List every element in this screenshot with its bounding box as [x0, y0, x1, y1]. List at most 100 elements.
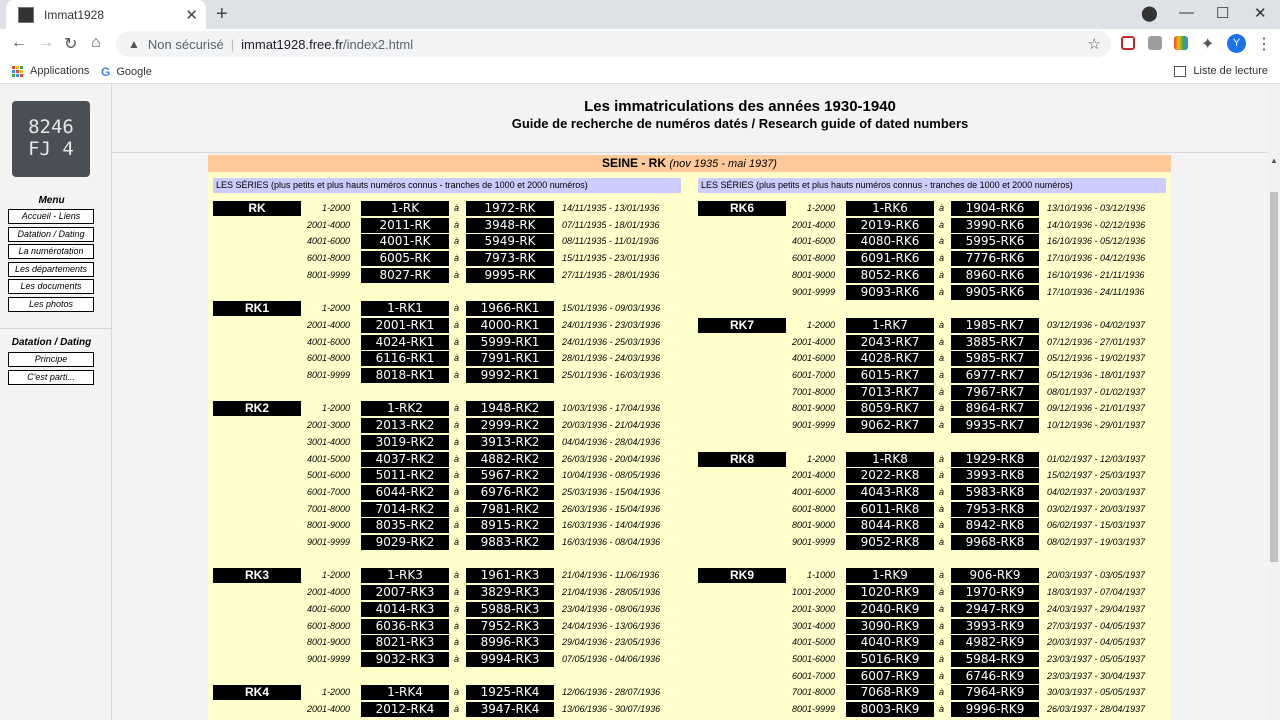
a-separator: à	[454, 503, 460, 514]
close-tab-icon[interactable]: ✕	[185, 6, 198, 24]
number-range: 4001-6000	[306, 236, 350, 247]
menu-departements[interactable]: Les départements	[8, 262, 94, 277]
date-range: 15/02/1937 - 25/03/1937	[1047, 470, 1146, 481]
license-plate-photo: 8246 FJ 4	[12, 101, 90, 177]
tab-immat1928[interactable]: Immat1928 ✕	[6, 0, 206, 29]
close-window-icon[interactable]: ✕	[1254, 4, 1267, 22]
bookmark-applications[interactable]: Applications	[12, 65, 89, 77]
plate-first: 9062-RK7	[846, 418, 934, 434]
plate-first: 9029-RK2	[361, 535, 449, 550]
number-range: 9001-9999	[791, 420, 835, 431]
a-separator: à	[939, 687, 945, 698]
plate-first: 4001-RK	[361, 234, 449, 250]
extension-acrobat-icon[interactable]	[1148, 36, 1162, 50]
plate-last: 5995-RK6	[951, 234, 1039, 250]
number-range: 3001-4000	[791, 620, 835, 631]
maximize-icon[interactable]: ☐	[1216, 4, 1229, 22]
forward-arrow-icon[interactable]: →	[38, 34, 54, 52]
date-range: 28/01/1936 - 24/03/1936	[562, 353, 661, 364]
series-row: 6001-7000 6007-RK9 à 6746-RK9 23/03/1937 - 3…	[693, 668, 1163, 685]
a-separator: à	[454, 653, 460, 664]
new-tab-icon[interactable]: +	[216, 3, 228, 26]
plate-first: 8059-RK7	[846, 401, 934, 417]
date-range: 05/12/1936 - 18/01/1937	[1047, 370, 1146, 380]
a-separator: à	[939, 386, 945, 397]
a-separator: à	[939, 470, 945, 481]
number-range: 8001-9000	[306, 520, 350, 531]
menu-principe[interactable]: Principe	[8, 352, 94, 367]
page-title: Les immatriculations des années 1930-194…	[584, 98, 896, 115]
plate-first: 6005-RK	[361, 251, 449, 267]
number-range: 1-2000	[321, 403, 350, 414]
back-arrow-icon[interactable]: ←	[11, 34, 27, 52]
a-separator: à	[454, 353, 460, 364]
reload-icon[interactable]: ↻	[64, 34, 77, 54]
a-separator: à	[454, 486, 460, 497]
series-label: RK1	[213, 301, 301, 317]
browser-menu-icon[interactable]: ⋮	[1256, 34, 1272, 54]
scroll-up-arrow-icon[interactable]: ▲	[1270, 156, 1278, 165]
extension-color-icon[interactable]	[1174, 36, 1188, 50]
bookmark-google[interactable]: G Google	[101, 65, 152, 79]
extension-shield-icon[interactable]	[1121, 36, 1135, 50]
plate-first: 6036-RK3	[361, 618, 449, 634]
plate-first: 7013-RK7	[846, 384, 934, 400]
address-bar[interactable]: ▲ Non sécurisé | immat1928.free.fr /inde…	[116, 31, 1111, 57]
series-row: 4001-6000 4024-RK1 à 5999-RK1 24/01/1936 - 2…	[208, 334, 678, 351]
panel-title-main: SEINE - RK	[602, 156, 667, 170]
a-separator: à	[454, 269, 460, 280]
web-page: 8246 FJ 4 Menu Accueil - Liens Datation …	[0, 84, 1268, 720]
number-range: 6001-8000	[306, 253, 350, 264]
minimize-icon[interactable]: —	[1179, 4, 1194, 21]
plate-last: 7973-RK	[466, 251, 554, 267]
series-label: RK6	[698, 201, 786, 216]
number-range: 6001-8000	[791, 503, 835, 514]
page-scrollbar[interactable]: ▲	[1268, 84, 1280, 720]
plate-last: 9994-RK3	[466, 651, 554, 667]
series-row: 9001-9999 9062-RK7 à 9935-RK7 10/12/1936 - 2…	[693, 417, 1163, 434]
plate-first: 3090-RK9	[846, 618, 934, 634]
series-row: RK9 1-1000 1-RK9 à 906-RK9 20/03/1937 - 03/05…	[693, 567, 1163, 584]
plate-first: 8052-RK6	[846, 267, 934, 283]
series-row: 2001-3000 2013-RK2 à 2999-RK2 20/03/1936 - 2…	[208, 417, 678, 434]
not-secure-label[interactable]: Non sécurisé	[148, 37, 224, 52]
a-separator: à	[939, 570, 945, 581]
date-range: 18/03/1937 - 07/04/1937	[1047, 587, 1146, 598]
series-row: 6001-8000 6036-RK3 à 7952-RK3 24/04/1936 - 1…	[208, 618, 678, 635]
number-range: 2001-3000	[306, 420, 350, 431]
date-range: 13/06/1936 - 30/07/1936	[562, 704, 661, 714]
plate-last: 906-RK9	[951, 568, 1039, 584]
profile-menu-icon[interactable]: ⬤	[1141, 4, 1158, 22]
number-range: 1-2000	[321, 570, 350, 581]
plate-first: 3019-RK2	[361, 434, 449, 450]
menu-accueil-liens[interactable]: Accueil - Liens	[8, 209, 94, 224]
reading-list-button[interactable]: Liste de lecture	[1174, 65, 1268, 77]
plate-last: 9992-RK1	[466, 368, 554, 383]
menu-documents[interactable]: Les documents	[8, 279, 94, 294]
plate-first: 8021-RK3	[361, 635, 449, 651]
menu-cest-parti[interactable]: C'est parti...	[8, 370, 94, 385]
plate-first: 2012-RK4	[361, 702, 449, 717]
bookmark-star-icon[interactable]: ☆	[1088, 35, 1101, 53]
scrollbar-thumb[interactable]	[1270, 192, 1278, 562]
menu-datation-dating[interactable]: Datation / Dating	[8, 227, 94, 242]
a-separator: à	[454, 587, 460, 598]
plate-last: 5983-RK8	[951, 484, 1039, 500]
profile-avatar[interactable]: Y	[1227, 34, 1246, 53]
date-range: 03/02/1937 - 20/03/1937	[1047, 503, 1146, 514]
plate-last: 6976-RK2	[466, 484, 554, 500]
date-range: 05/12/1936 - 19/02/1937	[1047, 353, 1146, 364]
date-range: 25/03/1936 - 15/04/1936	[562, 486, 661, 497]
menu-photos[interactable]: Les photos	[8, 297, 94, 312]
extensions-puzzle-icon[interactable]: ✦	[1201, 34, 1214, 54]
menu-numerotation[interactable]: La numérotation	[8, 244, 94, 259]
series-row: 5001-6000 5011-RK2 à 5967-RK2 10/04/1936 - 0…	[208, 467, 678, 484]
a-separator: à	[454, 620, 460, 631]
warning-triangle-icon[interactable]: ▲	[128, 37, 140, 51]
date-range: 16/03/1936 - 14/04/1936	[562, 520, 661, 531]
plate-last: 5985-RK7	[951, 351, 1039, 367]
plate-last: 7953-RK8	[951, 501, 1039, 517]
home-icon[interactable]: ⌂	[91, 34, 101, 52]
plate-first: 7068-RK9	[846, 685, 934, 701]
plate-last: 9995-RK	[466, 267, 554, 283]
